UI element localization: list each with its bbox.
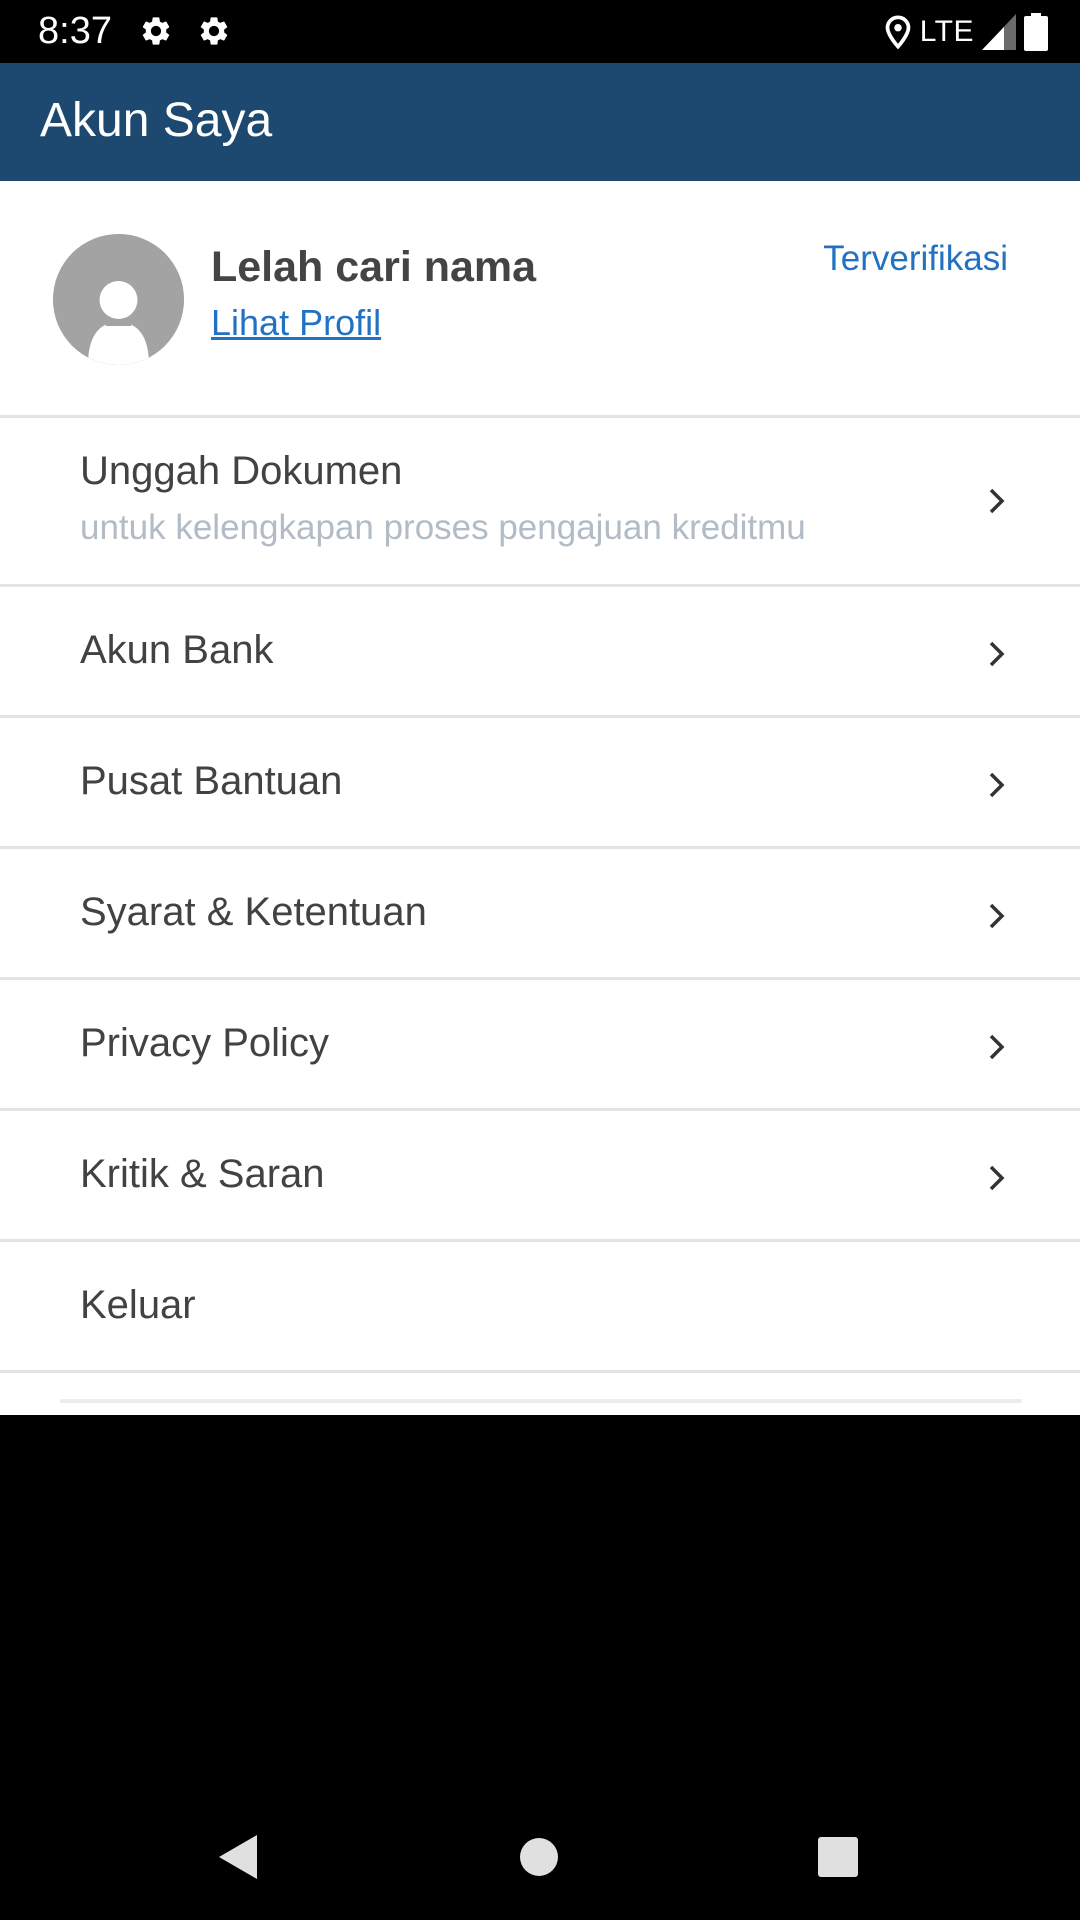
menu-item-label: Akun Bank xyxy=(80,628,274,672)
menu-item-label: Kritik & Saran xyxy=(80,1152,325,1196)
menu-item-feedback[interactable]: Kritik & Saran xyxy=(0,1111,1080,1242)
chevron-right-icon xyxy=(989,903,1005,929)
app-bar: Akun Saya xyxy=(0,63,1080,181)
signal-icon xyxy=(982,14,1016,50)
user-icon xyxy=(53,234,184,365)
menu-item-label: Pusat Bantuan xyxy=(80,759,343,803)
menu-item-subtitle: untuk kelengkapan proses pengajuan kredi… xyxy=(80,508,806,547)
menu-item-label: Privacy Policy xyxy=(80,1021,329,1065)
menu-item-bank-account[interactable]: Akun Bank xyxy=(0,587,1080,718)
navigation-bar xyxy=(0,1800,1080,1920)
menu-item-terms[interactable]: Syarat & Ketentuan xyxy=(0,849,1080,980)
chevron-right-icon xyxy=(989,772,1005,798)
account-content: Lelah cari nama Lihat Profil Terverifika… xyxy=(0,181,1080,1415)
recents-icon[interactable] xyxy=(817,1836,859,1878)
menu-item-label: Unggah Dokumen xyxy=(80,449,403,493)
network-type: LTE xyxy=(919,15,974,48)
location-icon xyxy=(885,15,911,50)
verification-status: Terverifikasi xyxy=(823,239,1008,278)
chevron-right-icon xyxy=(989,488,1005,514)
menu-item-upload-documents[interactable]: Unggah Dokumen untuk kelengkapan proses … xyxy=(0,418,1080,587)
gear-icon xyxy=(142,17,170,45)
chevron-right-icon xyxy=(989,1034,1005,1060)
battery-icon xyxy=(1024,13,1048,51)
gear-icon xyxy=(200,17,228,45)
avatar[interactable] xyxy=(53,234,184,365)
status-time: 8:37 xyxy=(38,10,112,52)
menu-item-label: Syarat & Ketentuan xyxy=(80,890,427,934)
divider xyxy=(60,1399,1022,1403)
page-title: Akun Saya xyxy=(40,94,273,147)
menu-item-privacy-policy[interactable]: Privacy Policy xyxy=(0,980,1080,1111)
chevron-right-icon xyxy=(989,1165,1005,1191)
profile-card: Lelah cari nama Lihat Profil Terverifika… xyxy=(0,181,1080,418)
menu-item-label: Keluar xyxy=(80,1283,196,1327)
profile-name: Lelah cari nama xyxy=(211,243,537,291)
view-profile-link[interactable]: Lihat Profil xyxy=(211,301,381,345)
menu-item-logout[interactable]: Keluar xyxy=(0,1242,1080,1373)
home-icon[interactable] xyxy=(519,1837,559,1877)
back-icon[interactable] xyxy=(217,1833,259,1881)
chevron-right-icon xyxy=(989,641,1005,667)
status-bar: 8:37 LTE xyxy=(0,0,1080,63)
account-menu: Unggah Dokumen untuk kelengkapan proses … xyxy=(0,418,1080,1373)
status-indicators: LTE xyxy=(884,10,1048,54)
menu-item-help-center[interactable]: Pusat Bantuan xyxy=(0,718,1080,849)
